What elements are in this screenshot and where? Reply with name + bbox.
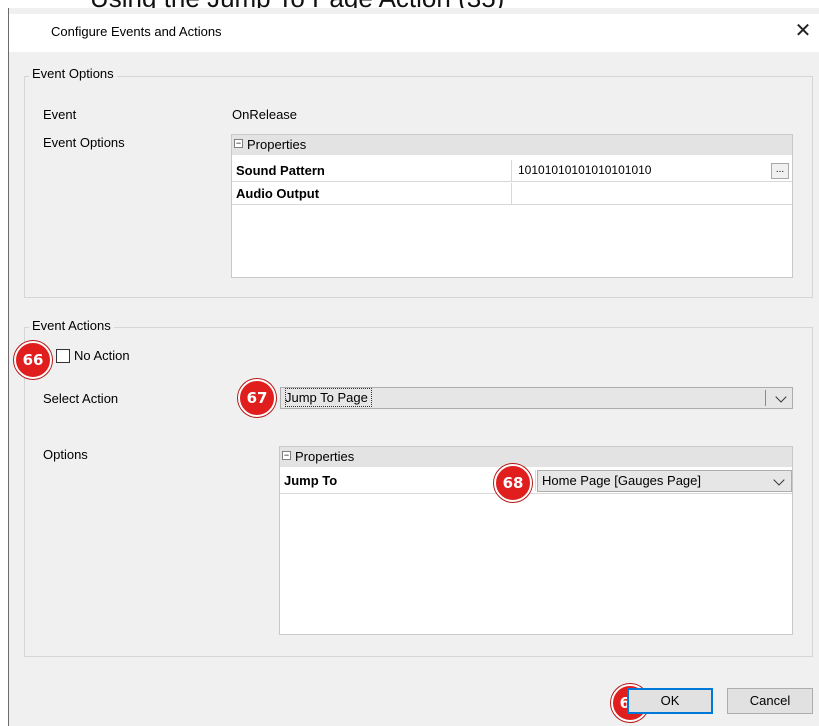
property-grid-header-label: Properties bbox=[295, 449, 355, 464]
no-action-checkbox[interactable] bbox=[56, 349, 70, 363]
select-action-value: Jump To Page bbox=[285, 388, 372, 407]
close-icon[interactable]: ✕ bbox=[788, 16, 818, 46]
callout-badge: 67 bbox=[238, 379, 276, 417]
event-actions-legend: Event Actions bbox=[29, 318, 114, 333]
dialog-title: Configure Events and Actions bbox=[51, 24, 222, 39]
property-name: Audio Output bbox=[232, 183, 512, 204]
property-value[interactable] bbox=[512, 183, 518, 204]
property-grid-header: − Properties bbox=[232, 135, 792, 155]
collapse-icon[interactable]: − bbox=[282, 451, 291, 460]
chevron-down-icon[interactable] bbox=[775, 391, 787, 403]
property-value[interactable]: 10101010101010101010 bbox=[512, 160, 651, 181]
event-options-label: Event Options bbox=[43, 135, 125, 150]
cancel-button[interactable]: Cancel bbox=[727, 688, 813, 714]
options-label: Options bbox=[43, 447, 88, 462]
event-options-property-grid: − Properties Sound Pattern 1010101010101… bbox=[231, 134, 793, 278]
ok-button[interactable]: OK bbox=[627, 688, 713, 714]
property-row-audio-output[interactable]: Audio Output bbox=[232, 183, 792, 205]
property-row-sound-pattern[interactable]: Sound Pattern 10101010101010101010 ... bbox=[232, 160, 792, 182]
select-action-label: Select Action bbox=[43, 391, 119, 406]
callout-badge: 66 bbox=[14, 341, 52, 379]
event-label: Event bbox=[43, 107, 77, 122]
property-grid-header-label: Properties bbox=[247, 137, 307, 152]
property-name: Sound Pattern bbox=[232, 160, 512, 181]
collapse-icon[interactable]: − bbox=[234, 139, 243, 148]
no-action-label[interactable]: No Action bbox=[74, 348, 130, 363]
event-options-legend: Event Options bbox=[29, 66, 117, 81]
dropdown-separator bbox=[765, 390, 766, 406]
callout-badge: 68 bbox=[494, 464, 532, 502]
jump-to-dropdown[interactable]: Home Page [Gauges Page] bbox=[537, 470, 792, 492]
select-action-dropdown[interactable]: Jump To Page bbox=[280, 387, 793, 409]
property-grid-header: − Properties bbox=[280, 447, 792, 467]
jump-to-value: Home Page [Gauges Page] bbox=[542, 473, 701, 488]
chevron-down-icon[interactable] bbox=[773, 474, 785, 486]
event-value: OnRelease bbox=[232, 107, 298, 122]
ellipsis-button[interactable]: ... bbox=[771, 163, 789, 179]
action-options-property-grid: − Properties Jump To Home Page [Gauges P… bbox=[279, 446, 793, 635]
property-row-jump-to[interactable]: Jump To Home Page [Gauges Page] bbox=[280, 470, 792, 494]
